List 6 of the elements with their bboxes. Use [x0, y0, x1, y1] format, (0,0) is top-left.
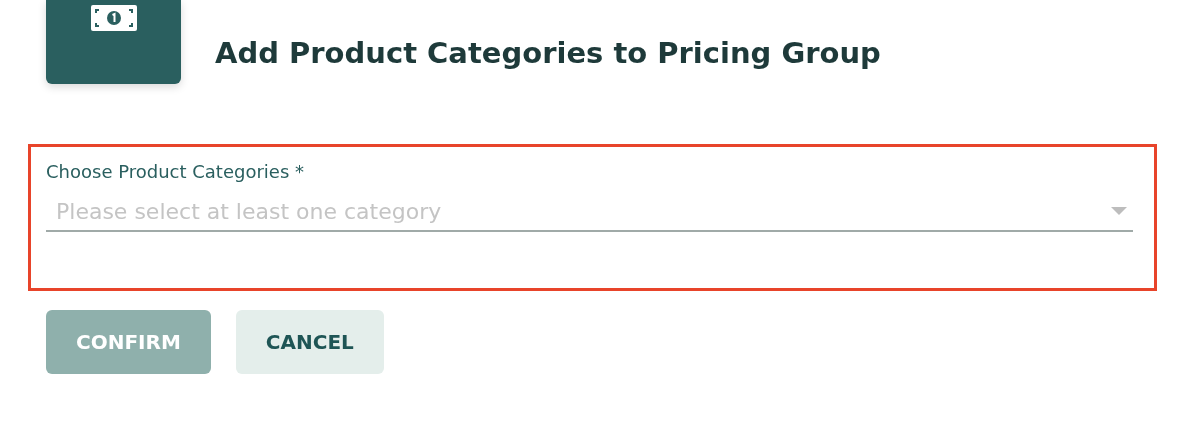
banknote-icon — [90, 5, 137, 31]
cancel-button[interactable]: CANCEL — [235, 310, 384, 374]
page-title: Add Product Categories to Pricing Group — [215, 36, 881, 70]
field-label: Choose Product Categories * — [46, 161, 305, 182]
dropdown-caret-icon — [1111, 207, 1127, 215]
category-select[interactable]: Please select at least one category — [46, 192, 1133, 232]
